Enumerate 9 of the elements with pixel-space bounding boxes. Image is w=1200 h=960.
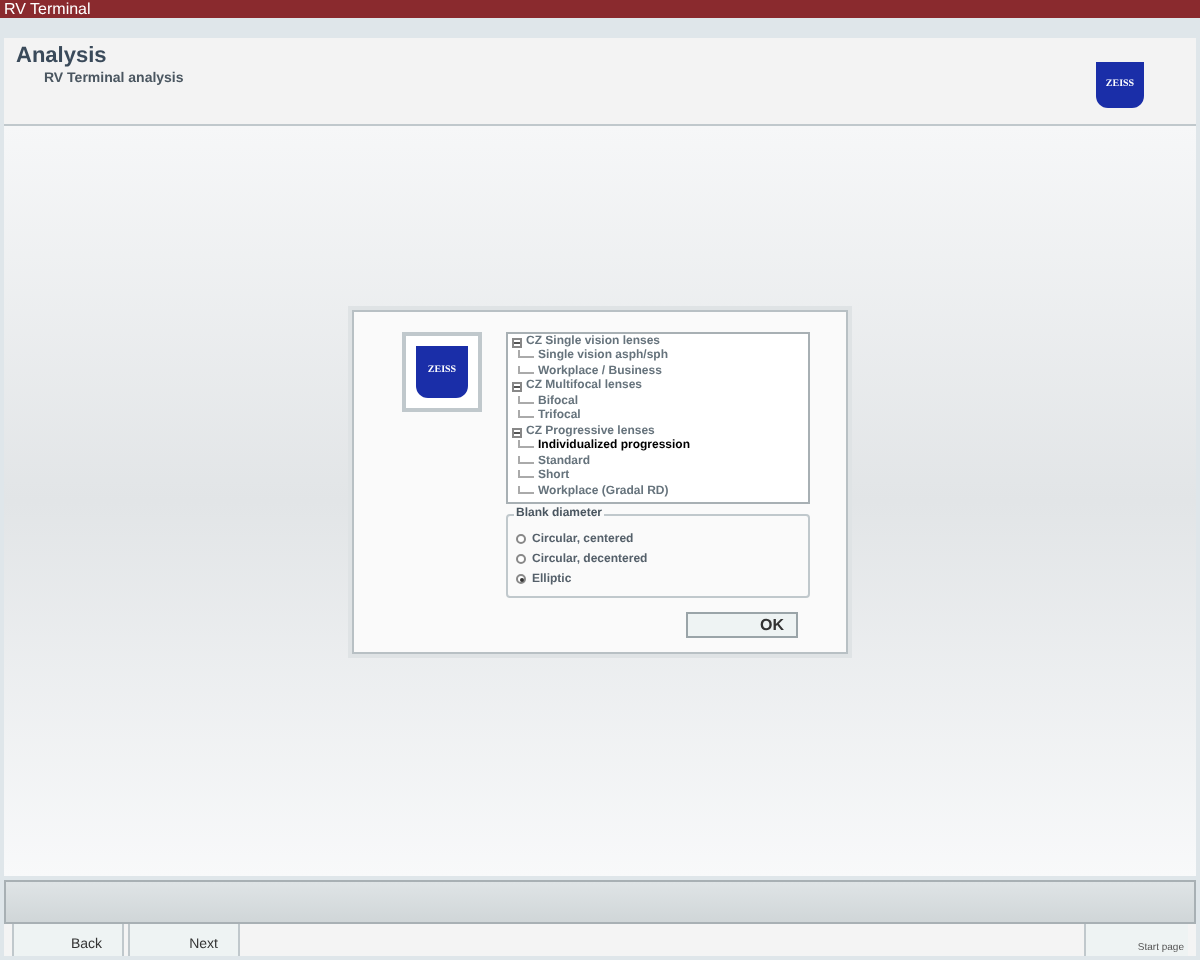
radio-button[interactable]	[516, 534, 526, 544]
collapse-icon[interactable]	[512, 382, 522, 393]
collapse-icon[interactable]	[512, 427, 522, 438]
ok-button[interactable]: OK	[686, 611, 798, 637]
radio-button[interactable]	[516, 574, 526, 584]
window-title: RV Terminal	[4, 0, 91, 18]
page-title: Analysis	[16, 42, 109, 70]
radio-button[interactable]	[516, 554, 526, 564]
collapse-icon[interactable]	[512, 337, 522, 348]
